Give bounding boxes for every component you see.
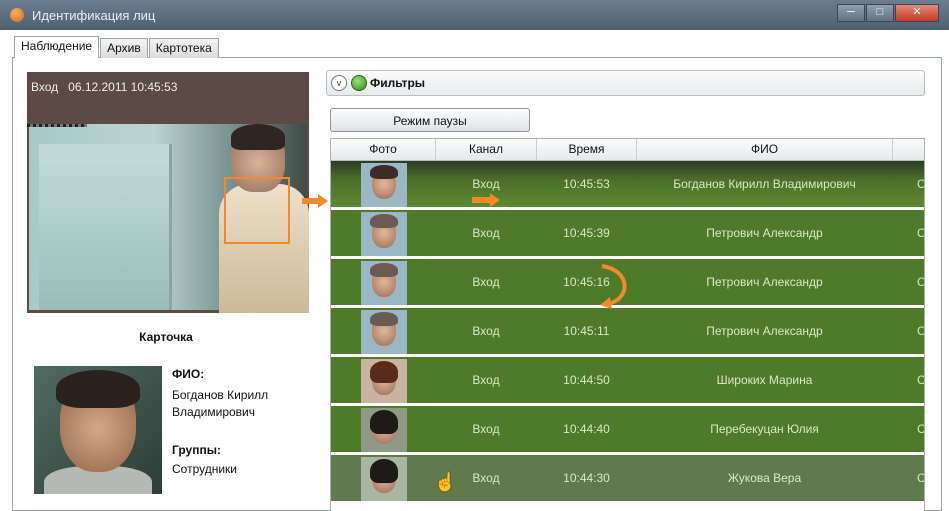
tab-bar: Наблюдение Архив Картотека bbox=[14, 36, 220, 58]
maximize-button[interactable]: □ bbox=[866, 4, 894, 22]
column-header-fio[interactable]: ФИО bbox=[637, 139, 893, 160]
face-thumbnail bbox=[361, 359, 407, 403]
title-bar: Идентификация лиц ─ □ ✕ bbox=[0, 0, 949, 30]
fio-cell: Петрович Александр bbox=[706, 324, 823, 338]
card-photo bbox=[34, 366, 162, 494]
tab-observation[interactable]: Наблюдение bbox=[14, 36, 100, 58]
fio-cell: Жукова Вера bbox=[727, 471, 802, 485]
close-button[interactable]: ✕ bbox=[895, 4, 939, 22]
table-row[interactable]: Вход 10:45:39 Петрович Александр С bbox=[331, 210, 924, 259]
fio-label: ФИО: bbox=[172, 367, 205, 381]
fio-value-line2: Владимирович bbox=[172, 405, 256, 419]
app-logo-icon bbox=[10, 8, 24, 22]
table-header: Фото Канал Время ФИО bbox=[331, 139, 924, 161]
fio-cell: Перебекуцан Юлия bbox=[710, 422, 819, 436]
truncated-cell: С bbox=[917, 275, 925, 289]
table-row[interactable]: Вход 10:44:30 Жукова Вера С bbox=[331, 455, 924, 504]
app-window: Идентификация лиц ─ □ ✕ Наблюдение Архив… bbox=[0, 0, 949, 511]
column-header-channel[interactable]: Канал bbox=[436, 139, 537, 160]
time-cell: 10:45:53 bbox=[563, 177, 610, 191]
truncated-cell: С bbox=[917, 422, 925, 436]
chevron-down-icon[interactable]: v bbox=[331, 75, 347, 91]
tab-archive[interactable]: Архив bbox=[100, 38, 148, 58]
channel-cell: Вход bbox=[472, 373, 500, 387]
status-indicator-icon bbox=[351, 75, 367, 91]
table-row[interactable]: Вход 10:45:11 Петрович Александр С bbox=[331, 308, 924, 357]
minimize-button[interactable]: ─ bbox=[837, 4, 865, 22]
time-cell: 10:44:30 bbox=[563, 471, 610, 485]
annotation-arrow-icon bbox=[302, 194, 328, 208]
fio-value-line1: Богданов Кирилл bbox=[172, 388, 269, 402]
card-title: Карточка bbox=[139, 330, 193, 344]
truncated-cell: С bbox=[917, 177, 925, 191]
video-caption: Вход 06.12.2011 10:45:53 bbox=[31, 80, 178, 94]
channel-cell: Вход bbox=[472, 324, 500, 338]
pause-mode-button[interactable]: Режим паузы bbox=[330, 108, 530, 132]
time-cell: 10:44:50 bbox=[563, 373, 610, 387]
camera-scene bbox=[29, 124, 309, 313]
fio-cell: Петрович Александр bbox=[706, 226, 823, 240]
annotation-arrow-icon bbox=[472, 193, 500, 207]
table-row[interactable]: Вход 10:45:53 Богданов Кирилл Владимиров… bbox=[331, 161, 924, 210]
card-photo-hair bbox=[56, 370, 140, 408]
fio-cell: Широких Марина bbox=[716, 373, 813, 387]
face-thumbnail bbox=[361, 310, 407, 354]
events-table: Фото Канал Время ФИО Вход 10:45:53 Богда… bbox=[330, 138, 925, 511]
face-thumbnail bbox=[361, 408, 407, 452]
table-row[interactable]: Вход 10:44:50 Широких Марина С bbox=[331, 357, 924, 406]
tab-card-index[interactable]: Картотека bbox=[148, 38, 219, 58]
window-title: Идентификация лиц bbox=[32, 8, 156, 23]
live-video: Вход 06.12.2011 10:45:53 bbox=[27, 72, 309, 313]
channel-cell: Вход bbox=[472, 226, 500, 240]
fio-cell: Богданов Кирилл Владимирович bbox=[673, 177, 856, 191]
face-detection-box bbox=[224, 177, 290, 244]
channel-cell: Вход bbox=[472, 275, 500, 289]
groups-value: Сотрудники bbox=[172, 462, 237, 476]
filters-label: Фильтры bbox=[370, 76, 426, 90]
face-thumbnail bbox=[361, 261, 407, 305]
window-controls: ─ □ ✕ bbox=[836, 4, 939, 22]
column-header-time[interactable]: Время bbox=[537, 139, 637, 160]
person-hair-image bbox=[231, 124, 285, 150]
truncated-cell: С bbox=[917, 471, 925, 485]
time-cell: 10:45:39 bbox=[563, 226, 610, 240]
hand-cursor-icon: ☝ bbox=[434, 472, 457, 492]
channel-cell: Вход bbox=[472, 422, 500, 436]
truncated-cell: С bbox=[917, 373, 925, 387]
table-row[interactable]: Вход 10:44:40 Перебекуцан Юлия С bbox=[331, 406, 924, 455]
truncated-cell: С bbox=[917, 226, 925, 240]
annotation-curved-arrow-icon bbox=[600, 264, 627, 309]
fio-cell: Петрович Александр bbox=[706, 275, 823, 289]
groups-label: Группы: bbox=[172, 443, 221, 457]
face-thumbnail bbox=[361, 163, 407, 207]
video-status-strip bbox=[27, 124, 87, 127]
truncated-cell: С bbox=[917, 324, 925, 338]
door-image bbox=[39, 144, 172, 310]
time-cell: 10:45:11 bbox=[563, 324, 610, 338]
face-thumbnail bbox=[361, 212, 407, 256]
filters-panel[interactable]: v Фильтры bbox=[326, 70, 925, 96]
column-header-photo[interactable]: Фото bbox=[331, 139, 436, 160]
face-thumbnail bbox=[361, 457, 407, 501]
time-cell: 10:44:40 bbox=[563, 422, 610, 436]
